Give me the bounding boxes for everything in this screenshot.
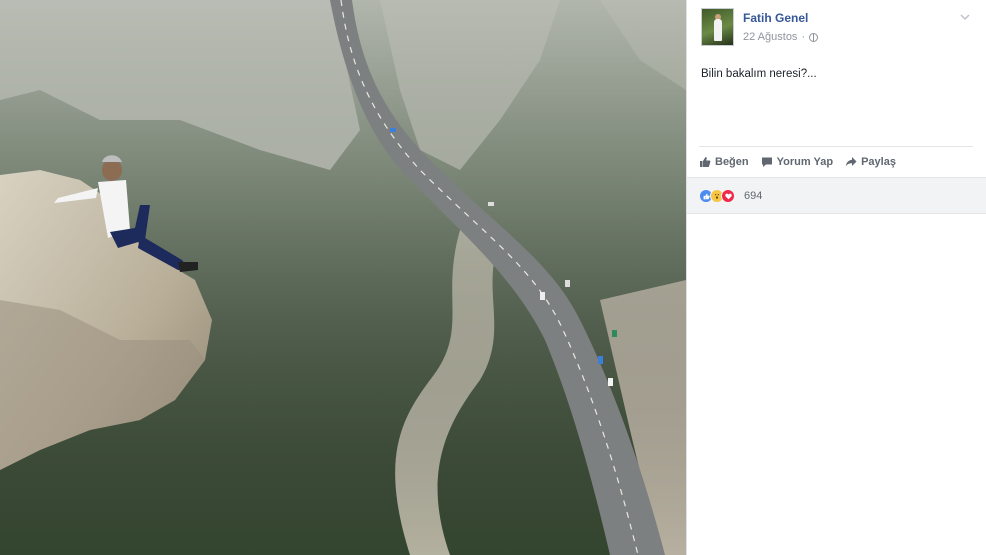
cliff-highway-photo [0, 0, 686, 555]
post-text: Bilin bakalım neresi?... [701, 68, 817, 80]
thumbs-up-icon [700, 157, 711, 167]
post-actions: Beğen Yorum Yap Paylaş [699, 150, 896, 174]
comment-icon [761, 157, 772, 167]
post-panel: Fatih Genel 22 Ağustos · Bilin bakalım n… [686, 0, 986, 555]
post-photo[interactable] [0, 0, 686, 555]
reactions-bar: 694 [687, 177, 986, 214]
chevron-down-icon[interactable] [959, 12, 971, 22]
share-label: Paylaş [861, 156, 896, 168]
share-icon [845, 157, 857, 167]
post-date[interactable]: 22 Ağustos [743, 31, 797, 43]
comment-label: Yorum Yap [776, 156, 834, 168]
globe-icon [809, 32, 819, 42]
post-header: Fatih Genel 22 Ağustos · [701, 8, 973, 48]
post-meta: 22 Ağustos · [743, 31, 819, 43]
love-icon [721, 189, 735, 203]
author-name-link[interactable]: Fatih Genel [743, 11, 808, 25]
reaction-icons[interactable] [699, 189, 735, 203]
like-label: Beğen [715, 156, 749, 168]
meta-separator: · [801, 31, 806, 43]
avatar[interactable] [701, 8, 734, 46]
like-button[interactable]: Beğen [699, 156, 749, 168]
divider [699, 146, 973, 147]
reaction-count[interactable]: 694 [744, 190, 762, 202]
comment-button[interactable]: Yorum Yap [761, 156, 833, 168]
share-button[interactable]: Paylaş [845, 156, 896, 168]
